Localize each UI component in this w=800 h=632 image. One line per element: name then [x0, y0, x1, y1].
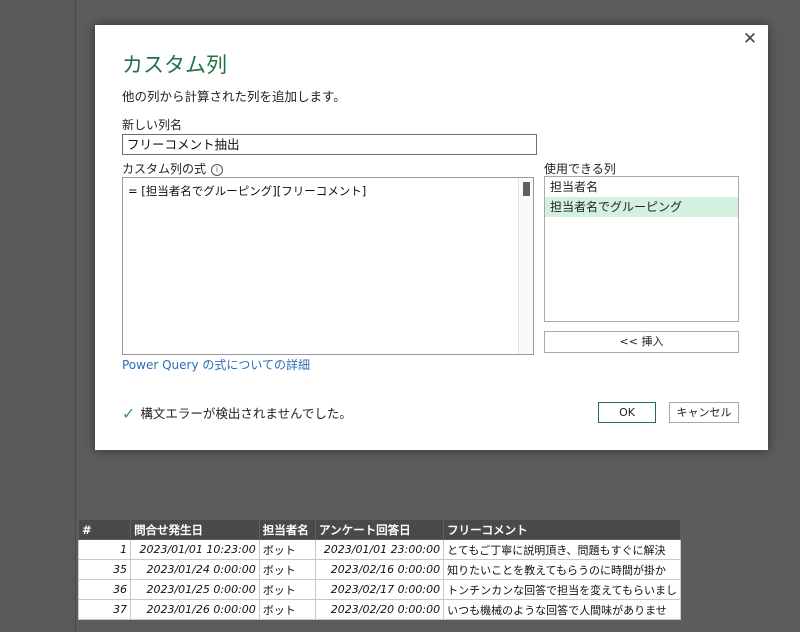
table-cell[interactable]: トンチンカンな回答で担当を変えてもらいまし	[443, 579, 681, 600]
insert-button[interactable]: << 挿入	[544, 331, 739, 353]
available-column-item[interactable]: 担当者名	[545, 177, 738, 197]
available-columns-label: 使用できる列	[544, 162, 616, 176]
dialog-subtitle: 他の列から計算された列を追加します。	[122, 89, 346, 104]
ok-button[interactable]: OK	[598, 402, 656, 423]
new-column-label: 新しい列名	[122, 118, 183, 132]
available-column-item-selected[interactable]: 担当者名でグルーピング	[545, 197, 738, 217]
table-row[interactable]: 1 2023/01/01 10:23:00 ボット 2023/01/01 23:…	[77, 539, 681, 560]
formula-scrollbar[interactable]	[518, 178, 533, 354]
formula-editor[interactable]: = [担当者名でグルーピング][フリーコメント]	[122, 177, 534, 355]
table-cell[interactable]: 2023/01/24 0:00:00	[130, 559, 260, 580]
table-cell[interactable]: 2023/02/17 0:00:00	[315, 579, 445, 600]
table-cell[interactable]: ボット	[258, 579, 317, 600]
close-icon[interactable]: ✕	[740, 29, 760, 49]
formula-end: ]	[361, 184, 367, 198]
table-cell[interactable]: 2023/01/26 0:00:00	[130, 599, 260, 620]
table-cell[interactable]: 37	[77, 599, 132, 620]
scrollbar-thumb[interactable]	[523, 182, 530, 196]
table-cell[interactable]: 2023/01/25 0:00:00	[130, 579, 260, 600]
table-row[interactable]: 35 2023/01/24 0:00:00 ボット 2023/02/16 0:0…	[77, 559, 681, 580]
formula-label: カスタム列の式	[122, 162, 207, 176]
table-row[interactable]: 36 2023/01/25 0:00:00 ボット 2023/02/17 0:0…	[77, 579, 681, 600]
table-cell[interactable]: とてもご丁寧に説明頂き、問題もすぐに解決	[443, 539, 681, 560]
column-header-inquiry-date[interactable]: 問合せ発生日	[130, 519, 260, 540]
column-header-assignee[interactable]: 担当者名	[258, 519, 317, 540]
table-cell[interactable]: ボット	[258, 539, 317, 560]
table-cell[interactable]: 2023/01/01 10:23:00	[130, 539, 260, 560]
column-header-survey-date[interactable]: アンケート回答日	[315, 519, 445, 540]
table-cell[interactable]: 2023/02/16 0:00:00	[315, 559, 445, 580]
data-table: # 問合せ発生日 担当者名 アンケート回答日 フリーコメント 1 2023/01…	[77, 519, 681, 620]
check-icon: ✓	[122, 404, 136, 423]
status-row: ✓ 構文エラーが検出されませんでした。	[122, 403, 352, 423]
table-cell[interactable]: 2023/02/20 0:00:00	[315, 599, 445, 620]
available-columns-list[interactable]: 担当者名 担当者名でグルーピング	[544, 176, 739, 322]
cancel-button[interactable]: キャンセル	[669, 402, 739, 423]
left-panel	[0, 0, 76, 632]
formula-text[interactable]: = [担当者名でグルーピング][フリーコメント]	[128, 183, 366, 199]
info-icon[interactable]: i	[211, 164, 224, 176]
dialog-title: カスタム列	[122, 53, 227, 77]
table-cell[interactable]: ボット	[258, 599, 317, 620]
learn-more-link[interactable]: Power Query の式についての詳細	[122, 356, 310, 373]
table-row[interactable]: 37 2023/01/26 0:00:00 ボット 2023/02/20 0:0…	[77, 599, 681, 620]
table-cell[interactable]: ボット	[258, 559, 317, 580]
formula-prefix: = [	[128, 184, 146, 198]
table-cell[interactable]: いつも機械のような回答で人間味がありませ	[443, 599, 681, 620]
column-header-comment[interactable]: フリーコメント	[443, 519, 681, 540]
formula-label-row: カスタム列の式 i	[122, 160, 224, 177]
formula-column-ref-2: フリーコメント	[281, 184, 362, 198]
table-header-row: # 問合せ発生日 担当者名 アンケート回答日 フリーコメント	[77, 519, 681, 540]
table-cell[interactable]: 知りたいことを教えてもらうのに時間が掛か	[443, 559, 681, 580]
table-cell[interactable]: 2023/01/01 23:00:00	[315, 539, 445, 560]
status-text: 構文エラーが検出されませんでした。	[140, 406, 352, 421]
table-cell[interactable]: 1	[77, 539, 132, 560]
custom-column-dialog: ✕ カスタム列 他の列から計算された列を追加します。 新しい列名 フリーコメント…	[95, 25, 768, 450]
table-cell[interactable]: 36	[77, 579, 132, 600]
column-header-index[interactable]: #	[77, 519, 132, 540]
table-cell[interactable]: 35	[77, 559, 132, 580]
new-column-name-input[interactable]: フリーコメント抽出	[122, 134, 537, 155]
formula-column-ref-1: 担当者名でグルーピング	[145, 184, 273, 198]
